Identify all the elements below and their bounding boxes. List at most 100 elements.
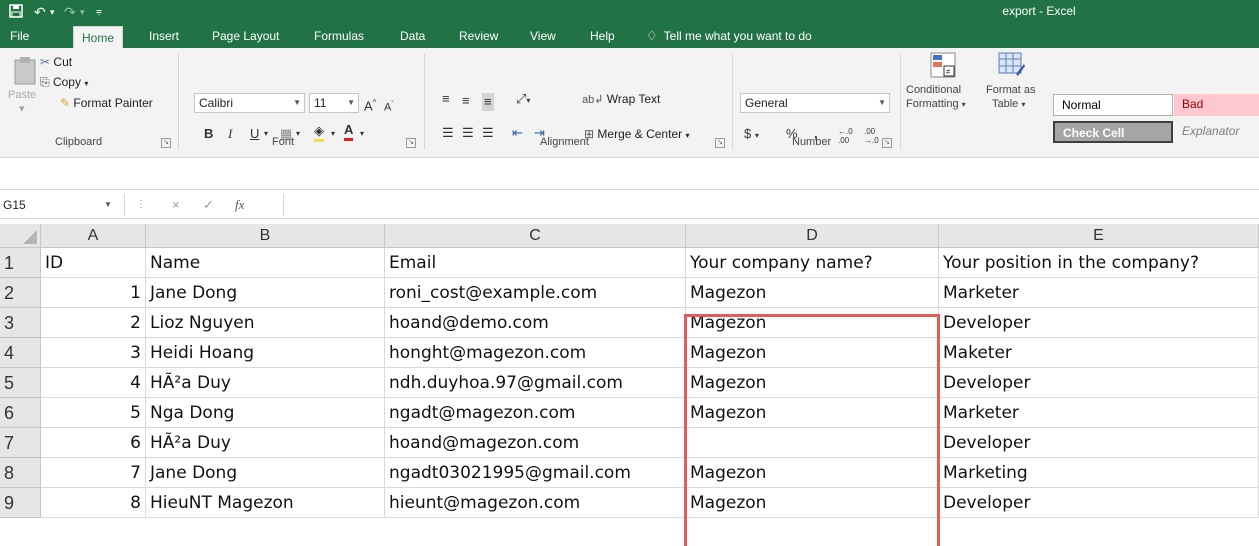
formula-input[interactable]: [283, 194, 1259, 216]
increase-decimal-button[interactable]: ←.0 .00: [838, 127, 858, 145]
cell[interactable]: Jane Dong: [146, 458, 385, 488]
align-middle-icon[interactable]: ≡: [462, 92, 470, 110]
tab-view[interactable]: View: [522, 24, 564, 48]
font-name-select[interactable]: Calibri ▼: [194, 93, 305, 113]
alignment-launcher-icon[interactable]: ↘: [715, 138, 725, 148]
style-check-cell[interactable]: Check Cell: [1053, 121, 1173, 143]
row-header[interactable]: 3: [0, 308, 41, 338]
cell[interactable]: Maketer: [939, 338, 1259, 368]
align-bottom-icon[interactable]: ≡: [482, 93, 494, 111]
cell[interactable]: Nga Dong: [146, 398, 385, 428]
underline-dropdown-icon[interactable]: ▾: [264, 125, 268, 143]
column-header-d[interactable]: D: [686, 224, 939, 248]
column-header-c[interactable]: C: [385, 224, 686, 248]
cell[interactable]: hieunt@magezon.com: [385, 488, 686, 518]
tab-page-layout[interactable]: Page Layout: [204, 24, 287, 48]
cell[interactable]: Magezon: [686, 488, 939, 518]
cell[interactable]: 4: [41, 368, 146, 398]
wrap-text-button[interactable]: ab↲ Wrap Text: [582, 92, 660, 106]
row-header[interactable]: 4: [0, 338, 41, 368]
italic-button[interactable]: I: [228, 125, 232, 143]
underline-button[interactable]: U: [250, 125, 259, 143]
cell[interactable]: Developer: [939, 428, 1259, 458]
cell[interactable]: Marketer: [939, 398, 1259, 428]
merge-center-button[interactable]: ⊞ Merge & Center ▾: [584, 127, 689, 141]
cell[interactable]: 3: [41, 338, 146, 368]
cell[interactable]: Developer: [939, 308, 1259, 338]
cell[interactable]: Magezon: [686, 458, 939, 488]
format-painter-button[interactable]: ✎ Format Painter: [60, 96, 153, 110]
font-size-select[interactable]: 11 ▼: [309, 93, 359, 113]
row-header[interactable]: 1: [0, 248, 41, 278]
cell[interactable]: Heidi Hoang: [146, 338, 385, 368]
row-header[interactable]: 8: [0, 458, 41, 488]
select-all-button[interactable]: [0, 224, 41, 248]
orientation-icon[interactable]: ⤢▾: [516, 90, 530, 110]
insert-function-icon[interactable]: fx: [235, 194, 244, 216]
cell[interactable]: Your position in the company?: [939, 248, 1259, 278]
font-color-dropdown-icon[interactable]: ▾: [360, 125, 364, 143]
style-bad[interactable]: Bad: [1174, 94, 1259, 116]
conditional-formatting-button[interactable]: ≠ Conditional Formatting ▾: [906, 52, 986, 122]
cell[interactable]: Lioz Nguyen: [146, 308, 385, 338]
align-right-icon[interactable]: ☰: [482, 124, 494, 142]
cell[interactable]: Email: [385, 248, 686, 278]
enter-icon[interactable]: ✓: [203, 194, 214, 216]
number-launcher-icon[interactable]: ↘: [882, 138, 892, 148]
cell[interactable]: Developer: [939, 368, 1259, 398]
number-format-select[interactable]: General ▼: [740, 93, 890, 113]
align-top-icon[interactable]: ≡: [442, 90, 450, 108]
cell[interactable]: Marketer: [939, 278, 1259, 308]
cell[interactable]: HÃ²a Duy: [146, 428, 385, 458]
cell[interactable]: ID: [41, 248, 146, 278]
cell[interactable]: Magezon: [686, 368, 939, 398]
decrease-indent-icon[interactable]: ⇤: [512, 124, 523, 142]
cell[interactable]: Magezon: [686, 308, 939, 338]
cell[interactable]: roni_cost@example.com: [385, 278, 686, 308]
fill-color-icon[interactable]: ◈: [314, 123, 324, 142]
fill-color-dropdown-icon[interactable]: ▾: [331, 125, 335, 143]
column-header-b[interactable]: B: [146, 224, 385, 248]
row-header[interactable]: 9: [0, 488, 41, 518]
cell[interactable]: ngadt@magezon.com: [385, 398, 686, 428]
tell-me-search[interactable]: ♢ Tell me what you want to do: [646, 24, 812, 48]
paste-button[interactable]: Paste ▾: [8, 56, 40, 118]
row-header[interactable]: 7: [0, 428, 41, 458]
copy-button[interactable]: ⎘ Copy ▾: [40, 75, 88, 90]
cell[interactable]: [686, 428, 939, 458]
cell[interactable]: Jane Dong: [146, 278, 385, 308]
cell[interactable]: hoand@demo.com: [385, 308, 686, 338]
row-header[interactable]: 2: [0, 278, 41, 308]
tab-formulas[interactable]: Formulas: [306, 24, 372, 48]
borders-dropdown-icon[interactable]: ▾: [296, 125, 300, 143]
column-header-a[interactable]: A: [41, 224, 146, 248]
cell[interactable]: hoand@magezon.com: [385, 428, 686, 458]
cell[interactable]: honght@magezon.com: [385, 338, 686, 368]
style-explanatory[interactable]: Explanator: [1174, 121, 1259, 143]
bold-button[interactable]: B: [204, 125, 213, 143]
font-color-button[interactable]: A: [344, 122, 354, 141]
tab-review[interactable]: Review: [451, 24, 506, 48]
cell[interactable]: 1: [41, 278, 146, 308]
tab-file[interactable]: File: [2, 24, 37, 48]
cell[interactable]: ngadt03021995@gmail.com: [385, 458, 686, 488]
cell[interactable]: HieuNT Magezon: [146, 488, 385, 518]
cell[interactable]: 5: [41, 398, 146, 428]
tab-help[interactable]: Help: [582, 24, 623, 48]
decrease-decimal-button[interactable]: .00 →.0: [864, 127, 884, 145]
cell[interactable]: Magezon: [686, 338, 939, 368]
grow-font-button[interactable]: A^: [364, 94, 376, 115]
cell[interactable]: Magezon: [686, 398, 939, 428]
column-header-e[interactable]: E: [939, 224, 1259, 248]
tab-home[interactable]: Home: [73, 26, 124, 48]
style-normal[interactable]: Normal: [1053, 94, 1173, 116]
name-box[interactable]: G15 ▼: [0, 194, 125, 216]
cell[interactable]: Marketing: [939, 458, 1259, 488]
align-left-icon[interactable]: ☰: [442, 124, 454, 142]
cell[interactable]: 2: [41, 308, 146, 338]
cell[interactable]: Your company name?: [686, 248, 939, 278]
cell[interactable]: Developer: [939, 488, 1259, 518]
cell[interactable]: 8: [41, 488, 146, 518]
cell[interactable]: Magezon: [686, 278, 939, 308]
format-as-table-button[interactable]: Format as Table ▾: [986, 52, 1046, 122]
